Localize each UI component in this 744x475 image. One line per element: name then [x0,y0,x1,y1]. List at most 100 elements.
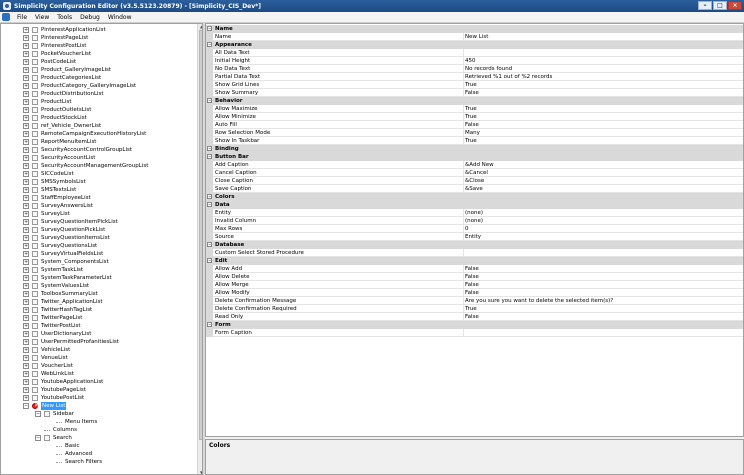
property-row[interactable]: Add Caption &Add New [206,161,743,169]
property-category[interactable]: − Data [206,201,743,209]
property-category[interactable]: − Database [206,241,743,249]
menu-file[interactable]: File [13,14,31,21]
expand-icon[interactable]: + [23,163,29,169]
collapse-icon[interactable]: − [207,242,212,247]
property-value[interactable]: True [465,113,741,121]
tree-item[interactable]: + ProductList [1,98,197,106]
collapse-icon[interactable]: − [35,435,41,441]
tree-item[interactable]: + PinterestApplicationList [1,26,197,34]
tree-item[interactable]: + SecurityAccountControlGroupList [1,146,197,154]
tree-item[interactable]: + SurveyQuestionPickList [1,226,197,234]
minimize-button[interactable]: – [698,1,712,10]
tree-item[interactable]: + UserPermittedProfanitiesList [1,338,197,346]
tree-item[interactable]: + TwitterPageList [1,314,197,322]
tree-item[interactable]: + Twitter_ApplicationList [1,298,197,306]
property-category[interactable]: − Form [206,321,743,329]
property-value[interactable]: &Save [465,185,741,193]
expand-icon[interactable]: + [23,139,29,145]
tree-item[interactable]: + System_ComponentsList [1,258,197,266]
property-row[interactable]: Allow Minimize True [206,113,743,121]
property-value[interactable]: (none) [465,209,741,217]
property-value[interactable]: False [465,265,741,273]
expand-icon[interactable]: + [23,59,29,65]
expand-icon[interactable]: + [23,243,29,249]
maximize-button[interactable]: □ [713,1,727,10]
collapse-icon[interactable]: − [23,403,29,409]
tree-item[interactable]: + SMSSymbolsList [1,178,197,186]
property-category[interactable]: − Appearance [206,41,743,49]
tree-item[interactable]: + StaffEmployeeList [1,194,197,202]
expand-icon[interactable]: + [23,227,29,233]
property-value[interactable]: True [465,305,741,313]
tree-item[interactable]: + UserDictionaryList [1,330,197,338]
tree-item[interactable]: + VenueList [1,354,197,362]
property-row[interactable]: All Data Text [206,49,743,57]
property-value[interactable]: &Cancel [465,169,741,177]
expand-icon[interactable]: + [23,219,29,225]
menu-tools[interactable]: Tools [53,14,76,21]
property-row[interactable]: Delete Confirmation Required True [206,305,743,313]
property-row[interactable]: Form Caption [206,329,743,337]
property-value[interactable]: Are you sure you want to delete the sele… [465,297,741,305]
property-row[interactable]: Read Only False [206,313,743,321]
collapse-icon[interactable]: − [207,98,212,103]
expand-icon[interactable]: + [23,283,29,289]
property-row[interactable]: No Data Text No records found [206,65,743,73]
property-value[interactable]: False [465,121,741,129]
tree-item[interactable]: + ToolboxSummaryList [1,290,197,298]
property-row[interactable]: Allow Delete False [206,273,743,281]
expand-icon[interactable]: + [23,259,29,265]
expand-icon[interactable]: + [23,67,29,73]
property-category[interactable]: − Edit [206,257,743,265]
menu-view[interactable]: View [31,14,53,21]
collapse-icon[interactable]: − [35,411,41,417]
tree-item[interactable]: + ProductCategory_GalleryImageList [1,82,197,90]
expand-icon[interactable]: + [23,323,29,329]
property-value[interactable]: False [465,273,741,281]
expand-icon[interactable]: + [23,315,29,321]
tree-item[interactable]: + SystemTaskParameterList [1,274,197,282]
tree-item[interactable]: + YoutubeApplicationList [1,378,197,386]
expand-icon[interactable]: + [23,107,29,113]
expand-icon[interactable]: + [23,339,29,345]
property-value[interactable]: (none) [465,217,741,225]
tree-item[interactable]: + ProductStockList [1,114,197,122]
tree-item[interactable]: + Product_GalleryImageList [1,66,197,74]
property-value[interactable]: False [465,89,741,97]
property-row[interactable]: Cancel Caption &Cancel [206,169,743,177]
tree-item[interactable]: + ProductCategoriesList [1,74,197,82]
tree-child-item[interactable]: Menu Items [1,418,197,426]
property-value[interactable]: Retrieved %1 out of %2 records [465,73,741,81]
property-category[interactable]: − Binding [206,145,743,153]
expand-icon[interactable]: + [23,387,29,393]
collapse-icon[interactable]: − [207,42,212,47]
expand-icon[interactable]: + [23,275,29,281]
expand-icon[interactable]: + [23,155,29,161]
property-row[interactable]: Invalid Column (none) [206,217,743,225]
property-value[interactable]: New List [465,33,741,41]
tree-item[interactable]: + ProductOutletsList [1,106,197,114]
tree-item[interactable]: + PinterestPostList [1,42,197,50]
tree-item[interactable]: + SystemTaskList [1,266,197,274]
tree-item[interactable]: + SurveyAnswersList [1,202,197,210]
tree-item[interactable]: + SecurityAccountManagementGroupList [1,162,197,170]
tree-child-item[interactable]: Search Filters [1,458,197,466]
property-value[interactable]: &Close [465,177,741,185]
expand-icon[interactable]: + [23,91,29,97]
expand-icon[interactable]: + [23,35,29,41]
tree-item[interactable]: + TwitterHashTagList [1,306,197,314]
property-row[interactable]: Show Grid Lines True [206,81,743,89]
tree-item[interactable]: + SystemValuesList [1,282,197,290]
tree-child-item[interactable]: − Sidebar [1,410,197,418]
collapse-icon[interactable]: − [207,154,212,159]
property-row[interactable]: Row Selection Mode Many [206,129,743,137]
menu-debug[interactable]: Debug [76,14,104,21]
expand-icon[interactable]: + [23,203,29,209]
tree-child-item[interactable]: Basic [1,442,197,450]
expand-icon[interactable]: + [23,147,29,153]
tree-item[interactable]: + SurveyQuestionItemPickList [1,218,197,226]
tree-child-item[interactable]: Columns [1,426,197,434]
property-row[interactable]: Partial Data Text Retrieved %1 out of %2 … [206,73,743,81]
property-row[interactable]: Initial Height 450 [206,57,743,65]
expand-icon[interactable]: + [23,363,29,369]
